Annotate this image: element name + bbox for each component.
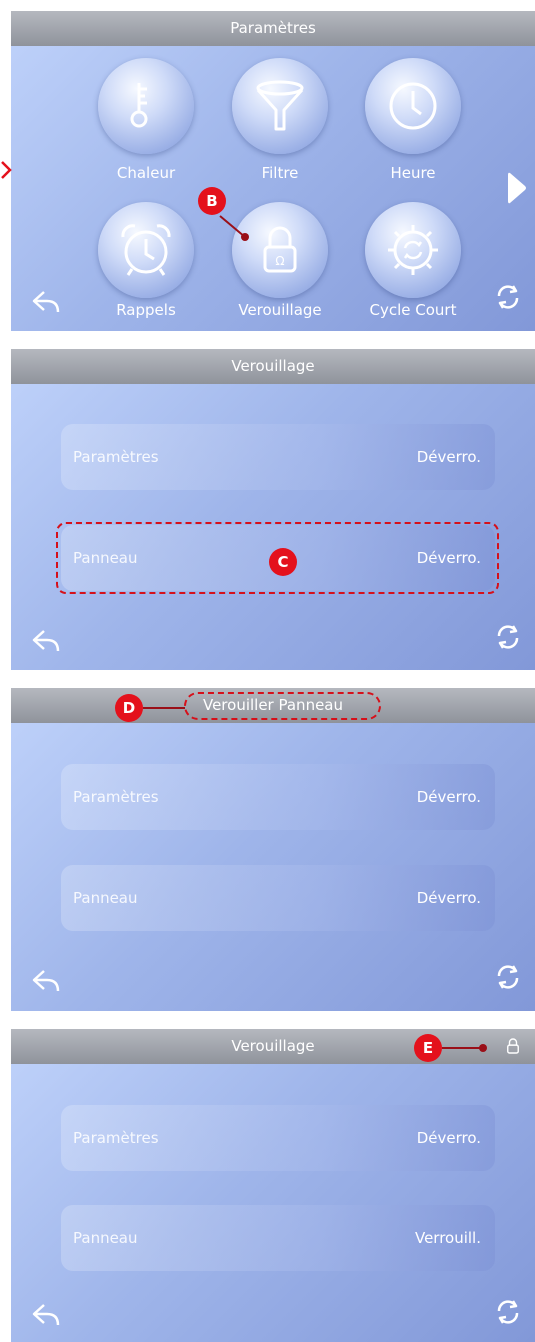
row-value: Déverro. [416, 448, 481, 466]
edge-arrow-icon [1, 161, 12, 179]
callout-b: B [198, 187, 226, 215]
svg-text:Ω: Ω [275, 254, 284, 268]
settings-lock-row[interactable]: Paramètres Déverro. [61, 764, 495, 830]
row-label: Paramètres [73, 1129, 159, 1147]
lock-status-screen: Verouillage E Paramètres Déverro. Pannea… [11, 1029, 535, 1342]
reminders-button[interactable] [98, 202, 194, 298]
row-label: Paramètres [73, 448, 159, 466]
next-page-icon[interactable] [507, 171, 527, 209]
settings-lock-row[interactable]: Paramètres Déverro. [61, 424, 495, 490]
callout-d-leader [143, 707, 185, 709]
panel-lock-row[interactable]: Panneau Déverro. [61, 865, 495, 931]
back-arrow-icon[interactable] [31, 1299, 61, 1333]
locked-status-icon [506, 1037, 520, 1059]
cycle-gear-icon [388, 225, 438, 275]
back-arrow-icon[interactable] [31, 286, 61, 320]
reminders-label: Rappels [116, 301, 176, 319]
row-label: Paramètres [73, 788, 159, 806]
settings-screen: Paramètres Chaleur Filtre Heure Rappels … [11, 11, 535, 331]
alarm-clock-icon [121, 224, 171, 276]
lock-screen: Verouillage Paramètres Déverro. Panneau … [11, 349, 535, 670]
time-button[interactable] [365, 58, 461, 154]
heat-button[interactable] [98, 58, 194, 154]
refresh-icon[interactable] [493, 282, 523, 316]
title-bar: Verouillage [11, 349, 535, 384]
screen-title: Paramètres [230, 19, 316, 37]
row-value: Déverro. [416, 1129, 481, 1147]
title-highlight-box [184, 692, 381, 720]
callout-e-leader [442, 1047, 482, 1049]
clock-icon [389, 82, 437, 130]
callout-e: E [414, 1034, 442, 1062]
short-cycle-button[interactable] [365, 202, 461, 298]
screen-title: Verouillage [231, 1037, 315, 1055]
refresh-icon[interactable] [493, 1297, 523, 1331]
settings-lock-row[interactable]: Paramètres Déverro. [61, 1105, 495, 1171]
lock-button[interactable]: Ω [232, 202, 328, 298]
callout-d: D [115, 694, 143, 722]
back-arrow-icon[interactable] [31, 625, 61, 659]
panel-lock-row[interactable]: Panneau Verrouill. [61, 1205, 495, 1271]
padlock-icon: Ω [263, 226, 297, 273]
lock-panel-screen: Verouiller Panneau D Paramètres Déverro.… [11, 688, 535, 1011]
row-value: Déverro. [416, 889, 481, 907]
filter-funnel-icon [256, 80, 304, 131]
screen-title: Verouillage [231, 357, 315, 375]
title-bar: Paramètres [11, 11, 535, 46]
row-value: Déverro. [416, 788, 481, 806]
row-label: Panneau [73, 1229, 138, 1247]
callout-b-dot [241, 233, 249, 241]
row-label: Panneau [73, 889, 138, 907]
time-label: Heure [390, 164, 436, 182]
callout-c: C [269, 548, 297, 576]
lock-label: Verouillage [238, 301, 322, 319]
refresh-icon[interactable] [493, 962, 523, 996]
filter-button[interactable] [232, 58, 328, 154]
filter-label: Filtre [261, 164, 299, 182]
refresh-icon[interactable] [493, 622, 523, 656]
back-arrow-icon[interactable] [31, 965, 61, 999]
heat-label: Chaleur [116, 164, 176, 182]
thermometer-icon [130, 83, 148, 128]
row-value: Verrouill. [414, 1229, 481, 1247]
short-cycle-label: Cycle Court [369, 301, 457, 319]
callout-e-dot [479, 1044, 487, 1052]
